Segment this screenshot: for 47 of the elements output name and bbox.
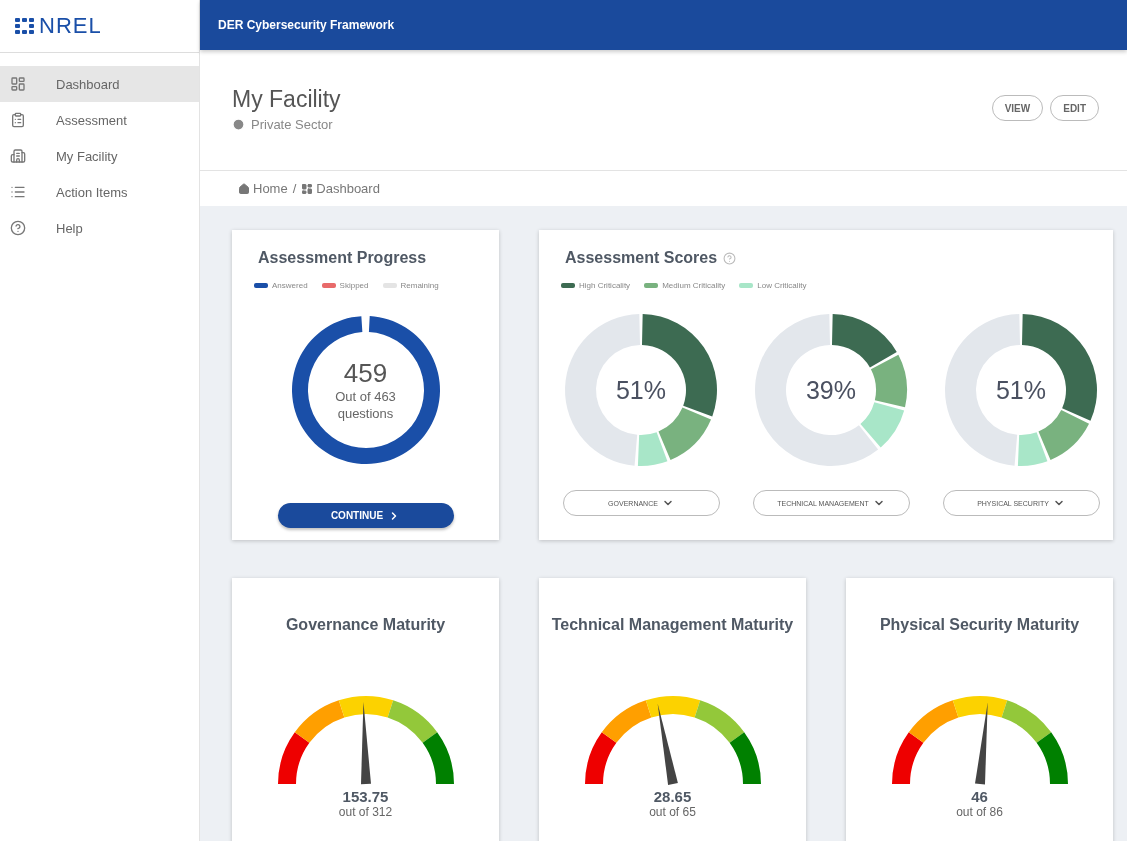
legend-label: Skipped [339, 281, 369, 290]
card-title: Governance Maturity [285, 616, 446, 634]
maturity-score: 153.75 [341, 788, 390, 805]
legend-label: Low Criticality [757, 281, 807, 290]
score-percent: 51% [995, 375, 1046, 405]
legend-label: Medium Criticality [662, 281, 726, 290]
sector-label: Private Sector [251, 117, 333, 132]
maturity-score: 28.65 [652, 788, 693, 805]
building-icon [10, 148, 26, 164]
header-button[interactable]: EDIT [1050, 95, 1099, 121]
list-icon [10, 184, 26, 200]
card-title: Assessment Progress [258, 249, 427, 267]
app-title: DER Cybersecurity Framework [200, 0, 1127, 50]
legend-label: High Criticality [579, 281, 631, 290]
help-icon[interactable] [723, 251, 737, 265]
questions-caption: Out of 463 questions [334, 389, 397, 422]
breadcrumb-link[interactable]: Home [238, 181, 288, 196]
sidebar-item[interactable]: Assessment [0, 102, 199, 138]
clipboard-icon [10, 112, 26, 128]
continue-button[interactable]: CONTINUE [277, 503, 454, 528]
legend-label: Answered [272, 281, 308, 290]
header-button[interactable]: VIEW [991, 95, 1044, 121]
page-title: My Facility [232, 86, 341, 113]
score-percent: 39% [805, 375, 856, 405]
maturity-score: 46 [970, 788, 989, 805]
card-title: Physical Security Maturity [879, 616, 1080, 634]
score-percent: 51% [615, 375, 666, 405]
sidebar-item[interactable]: Help [0, 210, 199, 246]
home-icon [238, 182, 250, 195]
maturity-total: out of 65 [648, 805, 697, 819]
logo-text: NREL [39, 13, 102, 39]
maturity-total: out of 86 [955, 805, 1004, 819]
answered-count: 459 [343, 358, 388, 390]
sidebar-item[interactable]: Action Items [0, 174, 199, 210]
breadcrumb-link[interactable]: Dashboard [301, 181, 380, 196]
card-title: Technical Management Maturity [551, 616, 794, 634]
sidebar-item[interactable]: Dashboard [0, 66, 199, 102]
logo-icon [14, 17, 36, 35]
maturity-total: out of 312 [337, 805, 394, 819]
legend-label: Remaining [400, 281, 439, 290]
card-title: Assessment Scores [565, 249, 718, 267]
help-icon [10, 220, 26, 236]
score-segment [860, 402, 905, 448]
dashboard-icon [301, 182, 314, 195]
sidebar-item[interactable]: My Facility [0, 138, 199, 174]
breadcrumb-separator: / [292, 181, 297, 196]
dashboard-icon [10, 76, 26, 92]
